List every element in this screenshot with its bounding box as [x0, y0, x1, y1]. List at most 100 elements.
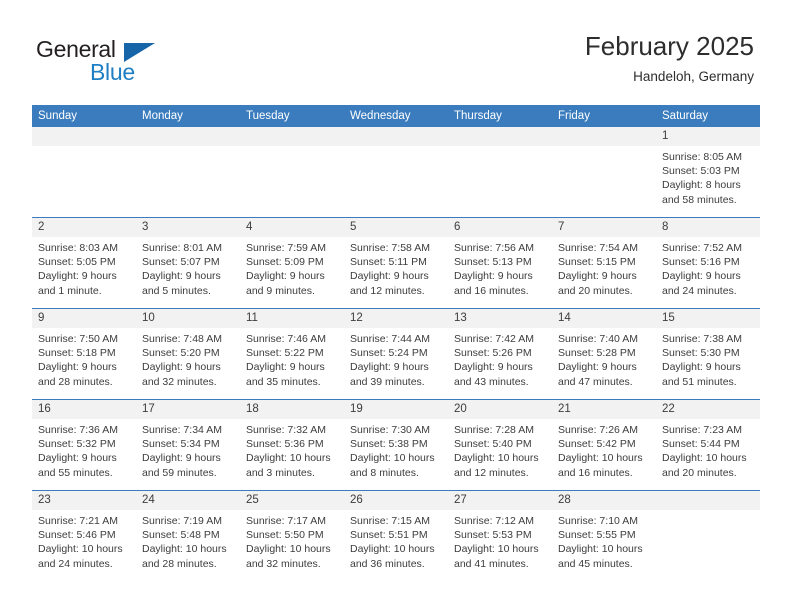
day-sun-info: Sunrise: 7:56 AM Sunset: 5:13 PM Daylight:…	[448, 237, 552, 298]
calendar-day-cell[interactable]: 16 Sunrise: 7:36 AM Sunset: 5:32 PM Dayligh…	[32, 399, 136, 491]
calendar-week-row: 2 Sunrise: 8:03 AM Sunset: 5:05 PM Daylight…	[32, 217, 760, 309]
calendar-day-cell[interactable]: 8 Sunrise: 7:52 AM Sunset: 5:16 PM Daylight…	[656, 217, 760, 309]
calendar-day-cell[interactable]: 7 Sunrise: 7:54 AM Sunset: 5:15 PM Daylight…	[552, 217, 656, 309]
calendar-day-cell[interactable]: 11 Sunrise: 7:46 AM Sunset: 5:22 PM Dayligh…	[240, 308, 344, 400]
day-number: 14	[552, 309, 656, 328]
day-number: 19	[344, 400, 448, 419]
daylight-text-line-2: and 24 minutes.	[38, 557, 113, 570]
sunrise-text: Sunrise: 7:23 AM	[662, 424, 742, 436]
sunset-text: Sunset: 5:26 PM	[454, 347, 532, 360]
day-number: 23	[32, 491, 136, 510]
daylight-text-line-2: and 41 minutes.	[454, 557, 529, 570]
calendar-day-cell[interactable]: 27 Sunrise: 7:12 AM Sunset: 5:53 PM Dayligh…	[448, 490, 552, 581]
daylight-text-line-2: and 47 minutes.	[558, 375, 633, 388]
day-number	[240, 127, 344, 146]
sunset-text: Sunset: 5:30 PM	[662, 347, 740, 360]
weekday-header-wednesday: Wednesday	[344, 105, 448, 127]
page-subtitle-location: Handeloh, Germany	[633, 69, 754, 84]
calendar-day-cell[interactable]: 23 Sunrise: 7:21 AM Sunset: 5:46 PM Dayligh…	[32, 490, 136, 581]
sunset-text: Sunset: 5:09 PM	[246, 256, 324, 269]
day-number	[552, 127, 656, 146]
calendar-day-cell[interactable]: 3 Sunrise: 8:01 AM Sunset: 5:07 PM Daylight…	[136, 217, 240, 309]
daylight-text-line-1: Daylight: 9 hours	[38, 452, 117, 465]
calendar-day-cell[interactable]: 6 Sunrise: 7:56 AM Sunset: 5:13 PM Daylight…	[448, 217, 552, 309]
day-sun-info: Sunrise: 7:44 AM Sunset: 5:24 PM Daylight:…	[344, 328, 448, 389]
daylight-text-line-1: Daylight: 9 hours	[142, 452, 221, 465]
calendar-day-cell[interactable]: 21 Sunrise: 7:26 AM Sunset: 5:42 PM Dayligh…	[552, 399, 656, 491]
day-number: 9	[32, 309, 136, 328]
daylight-text-line-2: and 16 minutes.	[558, 466, 633, 479]
sunrise-text: Sunrise: 7:36 AM	[38, 424, 118, 436]
daylight-text-line-1: Daylight: 9 hours	[38, 361, 117, 374]
daylight-text-line-1: Daylight: 9 hours	[558, 361, 637, 374]
day-sun-info: Sunrise: 7:32 AM Sunset: 5:36 PM Daylight:…	[240, 419, 344, 480]
calendar-day-cell[interactable]: 19 Sunrise: 7:30 AM Sunset: 5:38 PM Dayligh…	[344, 399, 448, 491]
sunrise-text: Sunrise: 7:44 AM	[350, 333, 430, 345]
calendar-day-cell[interactable]: 17 Sunrise: 7:34 AM Sunset: 5:34 PM Dayligh…	[136, 399, 240, 491]
day-number: 21	[552, 400, 656, 419]
day-sun-info: Sunrise: 7:21 AM Sunset: 5:46 PM Daylight:…	[32, 510, 136, 571]
daylight-text-line-1: Daylight: 10 hours	[350, 452, 435, 465]
calendar-day-cell[interactable]: 1 Sunrise: 8:05 AM Sunset: 5:03 PM Daylight…	[656, 127, 760, 218]
weekday-header-friday: Friday	[552, 105, 656, 127]
daylight-text-line-2: and 20 minutes.	[558, 284, 633, 297]
weekday-header-thursday: Thursday	[448, 105, 552, 127]
day-sun-info: Sunrise: 7:30 AM Sunset: 5:38 PM Daylight:…	[344, 419, 448, 480]
daylight-text-line-1: Daylight: 9 hours	[662, 270, 741, 283]
sunrise-text: Sunrise: 7:34 AM	[142, 424, 222, 436]
calendar-day-cell[interactable]: 14 Sunrise: 7:40 AM Sunset: 5:28 PM Dayligh…	[552, 308, 656, 400]
sunrise-text: Sunrise: 7:54 AM	[558, 242, 638, 254]
calendar-day-cell[interactable]: 13 Sunrise: 7:42 AM Sunset: 5:26 PM Dayligh…	[448, 308, 552, 400]
daylight-text-line-1: Daylight: 9 hours	[246, 361, 325, 374]
day-number: 27	[448, 491, 552, 510]
calendar-day-cell[interactable]: 2 Sunrise: 8:03 AM Sunset: 5:05 PM Daylight…	[32, 217, 136, 309]
daylight-text-line-1: Daylight: 9 hours	[454, 270, 533, 283]
sunrise-text: Sunrise: 7:59 AM	[246, 242, 326, 254]
daylight-text-line-2: and 28 minutes.	[38, 375, 113, 388]
calendar-day-cell-empty	[656, 490, 760, 581]
calendar-day-cell[interactable]: 18 Sunrise: 7:32 AM Sunset: 5:36 PM Dayligh…	[240, 399, 344, 491]
calendar-week-row: 23 Sunrise: 7:21 AM Sunset: 5:46 PM Dayligh…	[32, 490, 760, 581]
daylight-text-line-2: and 36 minutes.	[350, 557, 425, 570]
calendar-day-cell[interactable]: 15 Sunrise: 7:38 AM Sunset: 5:30 PM Dayligh…	[656, 308, 760, 400]
sunrise-text: Sunrise: 8:05 AM	[662, 151, 742, 163]
daylight-text-line-1: Daylight: 10 hours	[246, 452, 331, 465]
calendar-day-cell[interactable]: 28 Sunrise: 7:10 AM Sunset: 5:55 PM Dayligh…	[552, 490, 656, 581]
sunset-text: Sunset: 5:42 PM	[558, 438, 636, 451]
daylight-text-line-1: Daylight: 10 hours	[350, 543, 435, 556]
sunset-text: Sunset: 5:16 PM	[662, 256, 740, 269]
sunset-text: Sunset: 5:18 PM	[38, 347, 116, 360]
day-sun-info: Sunrise: 8:05 AM Sunset: 5:03 PM Daylight:…	[656, 146, 760, 207]
day-sun-info: Sunrise: 7:19 AM Sunset: 5:48 PM Daylight:…	[136, 510, 240, 571]
calendar-day-cell[interactable]: 25 Sunrise: 7:17 AM Sunset: 5:50 PM Dayligh…	[240, 490, 344, 581]
page-header: General Blue February 2025 Handeloh, Ger…	[0, 0, 792, 104]
sunset-text: Sunset: 5:44 PM	[662, 438, 740, 451]
day-sun-info: Sunrise: 7:52 AM Sunset: 5:16 PM Daylight:…	[656, 237, 760, 298]
calendar-day-cell[interactable]: 12 Sunrise: 7:44 AM Sunset: 5:24 PM Dayligh…	[344, 308, 448, 400]
sunset-text: Sunset: 5:34 PM	[142, 438, 220, 451]
daylight-text-line-1: Daylight: 9 hours	[662, 361, 741, 374]
calendar-week-row: 9 Sunrise: 7:50 AM Sunset: 5:18 PM Daylight…	[32, 308, 760, 400]
calendar-day-cell[interactable]: 26 Sunrise: 7:15 AM Sunset: 5:51 PM Dayligh…	[344, 490, 448, 581]
daylight-text-line-1: Daylight: 9 hours	[454, 361, 533, 374]
day-sun-info: Sunrise: 8:03 AM Sunset: 5:05 PM Daylight:…	[32, 237, 136, 298]
sunset-text: Sunset: 5:53 PM	[454, 529, 532, 542]
day-sun-info: Sunrise: 8:01 AM Sunset: 5:07 PM Daylight:…	[136, 237, 240, 298]
general-blue-logo[interactable]: General Blue	[36, 36, 166, 88]
day-number	[344, 127, 448, 146]
calendar-day-cell[interactable]: 5 Sunrise: 7:58 AM Sunset: 5:11 PM Daylight…	[344, 217, 448, 309]
weekday-header-monday: Monday	[136, 105, 240, 127]
calendar-day-cell[interactable]: 4 Sunrise: 7:59 AM Sunset: 5:09 PM Daylight…	[240, 217, 344, 309]
calendar-day-cell[interactable]: 10 Sunrise: 7:48 AM Sunset: 5:20 PM Dayligh…	[136, 308, 240, 400]
sunrise-text: Sunrise: 7:10 AM	[558, 515, 638, 527]
day-number: 25	[240, 491, 344, 510]
day-number: 17	[136, 400, 240, 419]
sunrise-text: Sunrise: 7:12 AM	[454, 515, 534, 527]
sunrise-text: Sunrise: 7:42 AM	[454, 333, 534, 345]
sunset-text: Sunset: 5:20 PM	[142, 347, 220, 360]
calendar-day-cell[interactable]: 9 Sunrise: 7:50 AM Sunset: 5:18 PM Daylight…	[32, 308, 136, 400]
calendar-day-cell[interactable]: 24 Sunrise: 7:19 AM Sunset: 5:48 PM Dayligh…	[136, 490, 240, 581]
calendar-day-cell[interactable]: 22 Sunrise: 7:23 AM Sunset: 5:44 PM Dayligh…	[656, 399, 760, 491]
calendar-day-cell[interactable]: 20 Sunrise: 7:28 AM Sunset: 5:40 PM Dayligh…	[448, 399, 552, 491]
daylight-text-line-1: Daylight: 10 hours	[662, 452, 747, 465]
